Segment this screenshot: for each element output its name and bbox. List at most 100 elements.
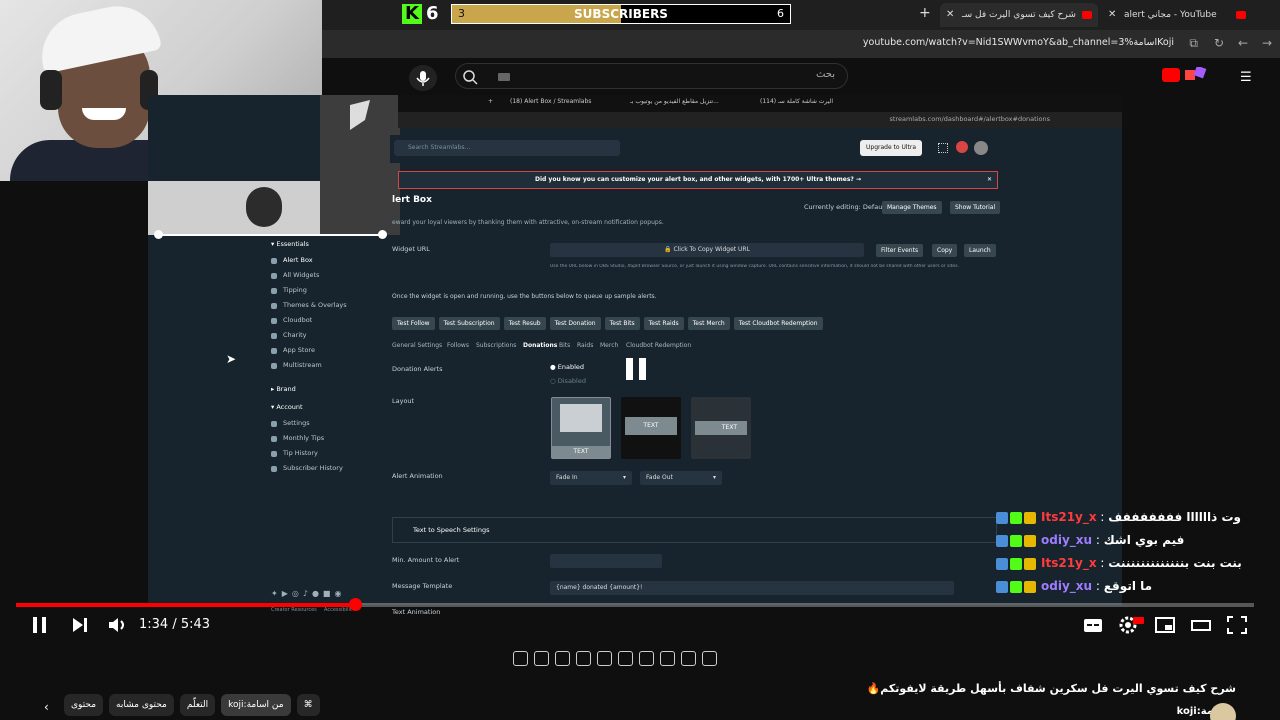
- sidebar-item-settings: Settings: [268, 416, 383, 431]
- kick-logo: K: [402, 4, 422, 24]
- fade-in-select: Fade In ▾: [550, 471, 632, 485]
- speed-icon[interactable]: [576, 651, 591, 666]
- layout-option-text-only: TEXT: [621, 397, 681, 459]
- settings-tool-icon[interactable]: [513, 651, 528, 666]
- loop-icon[interactable]: [597, 651, 612, 666]
- crop-icon[interactable]: [618, 651, 633, 666]
- video-progress-bar[interactable]: [16, 598, 1254, 611]
- miniplayer-button[interactable]: [1154, 614, 1176, 642]
- next-icon: [73, 618, 87, 632]
- test-merch-button: Test Merch: [687, 317, 730, 330]
- sidebar-item-cloudbot: Cloudbot: [268, 313, 383, 328]
- tts-section: Text to Speech Settings: [392, 517, 997, 543]
- fullscreen-button[interactable]: [1226, 614, 1248, 642]
- theater-icon: [1191, 620, 1211, 631]
- subtab-merch: Merch: [600, 342, 619, 349]
- address-bar[interactable]: youtube.com/watch?v=Nid1SWWvmoY&ab_chann…: [322, 30, 1280, 58]
- sidebar-heading-account: ▾ Account: [271, 403, 303, 411]
- voice-search-button[interactable]: [409, 65, 437, 91]
- youtube-ext-icon[interactable]: [1162, 68, 1180, 82]
- close-icon[interactable]: ✕: [946, 3, 954, 27]
- chat-badges-icon: [996, 511, 1038, 524]
- layout-label: Layout: [392, 397, 415, 405]
- screenshot-icon[interactable]: [534, 651, 549, 666]
- chip-learning[interactable]: التعلّم: [179, 694, 216, 716]
- add-icon[interactable]: [555, 651, 570, 666]
- streamlabs-search-input: Search Streamlabs...: [394, 140, 620, 156]
- repeat-icon[interactable]: [702, 651, 717, 666]
- streamlabs-sidebar: ▾ Essentials Alert Box All Widgets Tippi…: [268, 240, 383, 476]
- browser-tab-youtube[interactable]: ✕ alert مجاني - YouTube: [1102, 3, 1252, 27]
- pause-overlay-icon[interactable]: [626, 358, 646, 380]
- subtab-cloudbot: Cloudbot Redemption: [626, 342, 692, 349]
- chat-username: odiy_xu: [1041, 579, 1093, 593]
- tts-label: Text to Speech Settings: [413, 526, 490, 534]
- inner-url: streamlabs.com/dashboard#/alertbox#donat…: [889, 115, 1051, 123]
- inner-tab-strip: (18) Alert Box / Streamlabs تنزيل مقاطع …: [398, 95, 1122, 112]
- sidebar-item-themes: Themes & Overlays: [268, 298, 383, 313]
- scrubber-handle[interactable]: [349, 598, 363, 611]
- sidebar-heading-brand: ▸ Brand: [271, 385, 296, 393]
- forward-icon[interactable]: →: [1262, 36, 1272, 50]
- chat-text: فيم بوي اشك: [1103, 533, 1185, 547]
- chip-from-channel[interactable]: koji:من اسامة: [221, 694, 291, 716]
- search-placeholder: بحث: [815, 69, 835, 80]
- browser-tab-active[interactable]: ✕ شرح كيف تسوي اليرت فل سـ: [940, 3, 1098, 27]
- cinema-icon[interactable]: [639, 651, 654, 666]
- search-input[interactable]: بحث: [455, 63, 848, 89]
- close-icon[interactable]: ✕: [1108, 3, 1116, 27]
- layout-option-side: TEXT: [691, 397, 751, 459]
- alert-animation-label: Alert Animation: [392, 472, 443, 480]
- youtube-favicon-icon: [1082, 11, 1092, 19]
- reload-icon[interactable]: ↻: [1214, 36, 1224, 50]
- extension-toolbar: [510, 648, 760, 672]
- layout-option-image-top: TEXT: [551, 397, 611, 459]
- filter-events-button: Filter Events: [876, 244, 924, 257]
- menu-icon[interactable]: ☰: [1240, 70, 1252, 85]
- subtab-general: General Settings: [392, 342, 443, 349]
- subtitles-icon: [1084, 619, 1102, 632]
- next-button[interactable]: [70, 614, 90, 642]
- queue-text: Once the widget is open and running, use…: [392, 293, 657, 300]
- inner-tab-youtube: (114) اليرت شاشة كاملة سـ: [760, 98, 834, 105]
- pause-button[interactable]: [30, 614, 50, 642]
- audio-icon[interactable]: [681, 651, 696, 666]
- url-warning: Use the URL below in OBS Studio, XSplit …: [550, 264, 959, 269]
- video-frame[interactable]: (18) Alert Box / Streamlabs تنزيل مقاطع …: [148, 95, 1122, 616]
- url-text: youtube.com/watch?v=Nid1SWWvmoY&ab_chann…: [862, 37, 1174, 48]
- eye-icon[interactable]: [660, 651, 675, 666]
- chip-similar[interactable]: محتوى مشابه: [109, 694, 174, 716]
- subtitles-button[interactable]: [1082, 614, 1104, 642]
- chat-message: Its21y_x : بنت بنت بنننننننننننننت: [996, 556, 1266, 579]
- sidebar-item-all-widgets: All Widgets: [268, 268, 383, 283]
- chat-message: odiy_xu : ما اتوقع: [996, 579, 1266, 602]
- test-resub-button: Test Resub: [503, 317, 546, 330]
- new-tab-icon[interactable]: +: [919, 5, 931, 21]
- microphone-icon: [416, 71, 430, 86]
- extensions-icon[interactable]: [1185, 65, 1215, 83]
- footer-link-accessibility: Accessibilit: [324, 607, 352, 613]
- progress-played: [16, 603, 356, 607]
- wallpaper-image: [320, 95, 400, 235]
- extension-icon[interactable]: ⧉: [1189, 36, 1198, 51]
- mouse-cursor-icon: ➤: [226, 352, 237, 366]
- upgrade-ultra-button: Upgrade to Ultra: [860, 140, 923, 156]
- sidebar-item-monthly-tips: Monthly Tips: [268, 431, 383, 446]
- test-cloudbot-button: Test Cloudbot Redemption: [733, 317, 823, 330]
- settings-button[interactable]: [1118, 614, 1144, 642]
- volume-button[interactable]: [106, 614, 128, 642]
- sidebar-heading-essentials: ▾ Essentials: [271, 240, 309, 248]
- theater-mode-button[interactable]: [1190, 614, 1212, 642]
- chip-all[interactable]: ⌘: [296, 694, 320, 716]
- widget-url-field: 🔒 Click To Copy Widget URL: [550, 243, 864, 257]
- inner-tab-alertbox: (18) Alert Box / Streamlabs: [510, 98, 592, 105]
- chat-badges-icon: [996, 557, 1038, 570]
- kick-count: 6: [426, 3, 439, 24]
- chip-content[interactable]: محتوى: [64, 694, 104, 716]
- keyboard-icon[interactable]: [498, 73, 510, 81]
- inner-tab-download: تنزيل مقاطع الفيديو من يوتيوب بـ...: [630, 98, 719, 105]
- back-icon[interactable]: ←: [1238, 36, 1248, 50]
- channel-avatar[interactable]: [1210, 703, 1236, 720]
- test-follow-button: Test Follow: [392, 317, 435, 330]
- chevron-left-icon[interactable]: ‹: [44, 700, 49, 714]
